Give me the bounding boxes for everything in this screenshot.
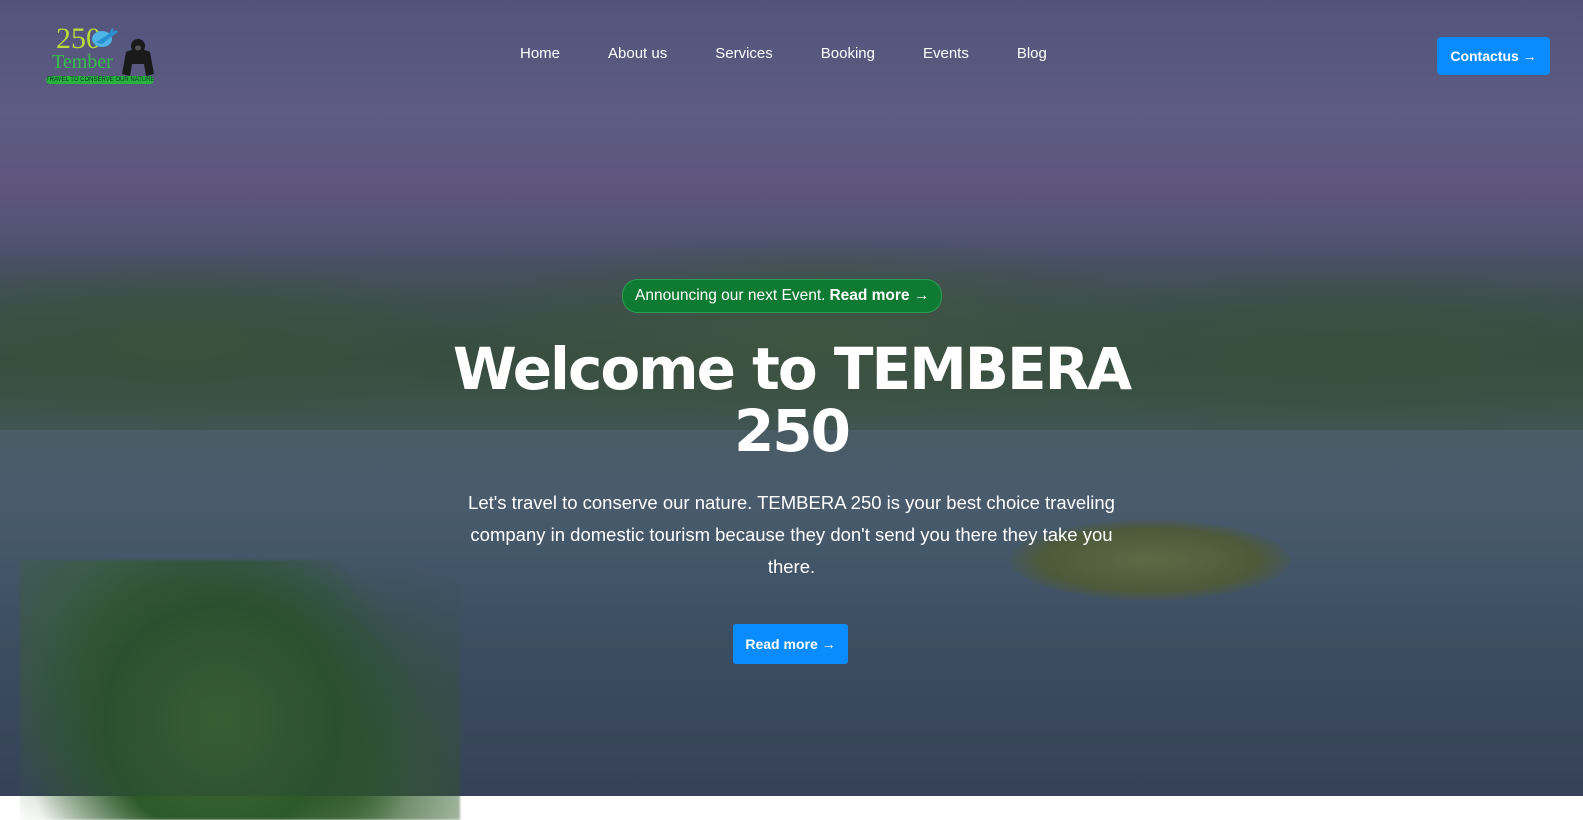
nav-item-about[interactable]: About us [608, 44, 667, 64]
nav-item-blog[interactable]: Blog [1017, 44, 1047, 64]
nav-item-services[interactable]: Services [715, 44, 773, 64]
hero-description: Let's travel to conserve our nature. TEM… [468, 492, 1115, 577]
nav-item-home[interactable]: Home [520, 44, 560, 64]
site-header: 250 Tember TRAVEL TO CONSERVE OUR NATURE… [0, 0, 1583, 110]
logo-tagline: TRAVEL TO CONSERVE OUR NATURE [46, 76, 154, 84]
announcement-text: Announcing our next Event. [635, 287, 826, 304]
main-nav: Home About us Services Booking Events Bl… [520, 44, 1095, 64]
announcement-read-more-link[interactable]: Read more → [829, 287, 929, 305]
announcement-badge: Announcing our next Event. Read more → [622, 279, 943, 313]
nav-item-events[interactable]: Events [923, 44, 969, 64]
gorilla-icon [122, 39, 154, 76]
hero-title: Welcome to TEMBERA 250 [452, 335, 1132, 465]
contact-button[interactable]: Contactus → [1437, 37, 1550, 75]
nav-item-booking[interactable]: Booking [821, 44, 875, 64]
site-logo[interactable]: 250 Tember TRAVEL TO CONSERVE OUR NATURE [44, 22, 158, 88]
airplane-icon [92, 28, 118, 47]
logo-name: Tember [52, 51, 113, 73]
read-more-button[interactable]: Read more → [733, 624, 848, 664]
